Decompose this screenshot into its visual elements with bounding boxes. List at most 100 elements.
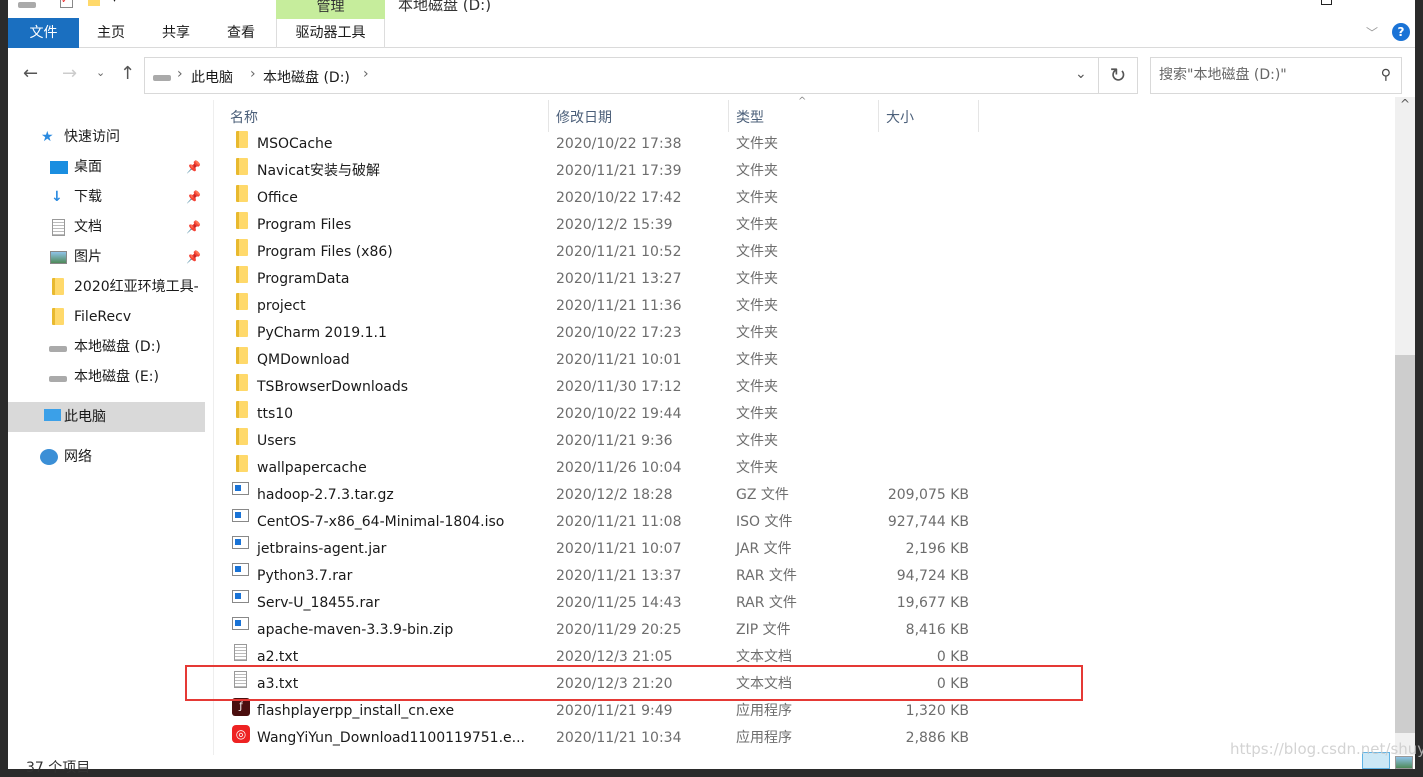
- scrollbar-thumb[interactable]: [1395, 355, 1415, 733]
- nav-quick-access[interactable]: ★ 快速访问: [8, 122, 205, 152]
- nav-pictures[interactable]: 图片 📌: [8, 242, 205, 272]
- chevron-right-icon[interactable]: ›: [363, 66, 369, 82]
- forward-button[interactable]: →: [62, 63, 77, 84]
- file-date: 2020/11/21 10:52: [556, 244, 682, 260]
- file-type: 应用程序: [736, 703, 792, 719]
- chevron-right-icon[interactable]: ›: [250, 66, 256, 82]
- nav-downloads[interactable]: ↓ 下载 📌: [8, 182, 205, 212]
- nav-drive-d[interactable]: 本地磁盘 (D:): [8, 332, 205, 362]
- file-type: 文件夹: [736, 433, 778, 449]
- file-row[interactable]: tts10 2020/10/22 19:44 文件夹: [220, 401, 1390, 428]
- drive-icon: [18, 2, 36, 8]
- column-header-date[interactable]: 修改日期: [556, 104, 612, 132]
- file-row[interactable]: TSBrowserDownloads 2020/11/30 17:12 文件夹: [220, 374, 1390, 401]
- maximize-button[interactable]: [1321, 0, 1332, 5]
- file-row[interactable]: wallpapercache 2020/11/26 10:04 文件夹: [220, 455, 1390, 482]
- file-row[interactable]: MSOCache 2020/10/22 17:38 文件夹: [220, 131, 1390, 158]
- properties-icon[interactable]: ✓: [60, 0, 73, 8]
- search-placeholder: 搜索"本地磁盘 (D:)": [1159, 67, 1287, 83]
- file-row[interactable]: Office 2020/10/22 17:42 文件夹: [220, 185, 1390, 212]
- file-date: 2020/11/21 10:01: [556, 352, 682, 368]
- file-row[interactable]: Serv-U_18455.rar 2020/11/25 14:43 RAR 文件…: [220, 590, 1390, 617]
- breadcrumb-this-pc[interactable]: 此电脑: [191, 67, 233, 87]
- pin-icon[interactable]: 📌: [186, 242, 201, 272]
- archive-file-icon: [232, 482, 249, 495]
- pin-icon[interactable]: 📌: [186, 152, 201, 182]
- tab-view[interactable]: 查看: [212, 18, 270, 48]
- nav-label: 桌面: [74, 159, 102, 175]
- nav-desktop[interactable]: 桌面 📌: [8, 152, 205, 182]
- new-folder-icon[interactable]: [88, 0, 100, 6]
- nav-network[interactable]: 网络: [8, 442, 205, 472]
- archive-file-icon: [232, 617, 249, 630]
- qat-dropdown-icon[interactable]: ▾: [112, 0, 117, 5]
- search-input[interactable]: 搜索"本地磁盘 (D:)" ⚲: [1150, 57, 1402, 94]
- recent-locations-icon[interactable]: ⌄: [96, 66, 105, 79]
- chevron-right-icon[interactable]: ›: [177, 66, 183, 82]
- file-name: Serv-U_18455.rar: [257, 595, 380, 611]
- file-name: Navicat安装与破解: [257, 163, 380, 179]
- column-header-name[interactable]: 名称: [230, 104, 258, 132]
- file-date: 2020/11/21 10:07: [556, 541, 682, 557]
- file-row[interactable]: jetbrains-agent.jar 2020/11/21 10:07 JAR…: [220, 536, 1390, 563]
- pin-icon[interactable]: 📌: [186, 212, 201, 242]
- file-row[interactable]: ƒ flashplayerpp_install_cn.exe 2020/11/2…: [220, 698, 1390, 725]
- file-size: 8,416 KB: [905, 622, 969, 638]
- file-row[interactable]: apache-maven-3.3.9-bin.zip 2020/11/29 20…: [220, 617, 1390, 644]
- address-bar[interactable]: › 此电脑 › 本地磁盘 (D:) › ⌄: [144, 57, 1099, 94]
- file-row[interactable]: project 2020/11/21 11:36 文件夹: [220, 293, 1390, 320]
- pane-divider[interactable]: [213, 100, 214, 755]
- folder-icon: [236, 239, 248, 256]
- scroll-up-icon[interactable]: ^: [1400, 97, 1410, 111]
- file-date: 2020/10/22 19:44: [556, 406, 682, 422]
- column-divider[interactable]: [878, 100, 879, 132]
- column-divider[interactable]: [548, 100, 549, 132]
- help-icon[interactable]: ?: [1392, 23, 1410, 41]
- file-name: Program Files: [257, 217, 352, 233]
- file-name: Users: [257, 433, 297, 449]
- up-button[interactable]: ↑: [120, 63, 135, 84]
- tab-home[interactable]: 主页: [82, 18, 140, 48]
- file-row[interactable]: CentOS-7-x86_64-Minimal-1804.iso 2020/11…: [220, 509, 1390, 536]
- nav-documents[interactable]: 文档 📌: [8, 212, 205, 242]
- file-row[interactable]: Program Files (x86) 2020/11/21 10:52 文件夹: [220, 239, 1390, 266]
- folder-icon: [236, 374, 248, 391]
- nav-label: 快速访问: [64, 129, 120, 145]
- nav-label: 图片: [74, 249, 102, 265]
- file-row[interactable]: Users 2020/11/21 9:36 文件夹: [220, 428, 1390, 455]
- back-button[interactable]: ←: [23, 63, 38, 84]
- file-row[interactable]: QMDownload 2020/11/21 10:01 文件夹: [220, 347, 1390, 374]
- folder-icon: [236, 347, 248, 364]
- column-header-size[interactable]: 大小: [886, 104, 914, 132]
- pin-icon[interactable]: 📌: [186, 182, 201, 212]
- column-divider[interactable]: [728, 100, 729, 132]
- ribbon-tabs: 文件 主页 共享 查看 驱动器工具 管理 ﹀ ?: [8, 0, 1415, 48]
- nav-drive-e[interactable]: 本地磁盘 (E:): [8, 362, 205, 392]
- close-button[interactable]: ^: [1378, 0, 1390, 8]
- file-row[interactable]: Python3.7.rar 2020/11/21 13:37 RAR 文件 94…: [220, 563, 1390, 590]
- nav-this-pc[interactable]: 此电脑: [8, 402, 205, 432]
- nav-label: 2020红亚环境工具-: [74, 279, 199, 295]
- folder-icon: [236, 212, 248, 229]
- file-size: 927,744 KB: [887, 514, 969, 530]
- file-row[interactable]: Navicat安装与破解 2020/11/21 17:39 文件夹: [220, 158, 1390, 185]
- file-date: 2020/11/21 13:27: [556, 271, 682, 287]
- drive-icon: [49, 346, 67, 352]
- file-date: 2020/11/21 10:34: [556, 730, 682, 746]
- expand-ribbon-icon[interactable]: ﹀: [1366, 24, 1378, 41]
- file-row[interactable]: hadoop-2.7.3.tar.gz 2020/12/2 18:28 GZ 文…: [220, 482, 1390, 509]
- nav-folder-2020[interactable]: 2020红亚环境工具-: [8, 272, 205, 302]
- nav-filerecv[interactable]: FileRecv: [8, 302, 205, 332]
- file-row[interactable]: ProgramData 2020/11/21 13:27 文件夹: [220, 266, 1390, 293]
- column-divider[interactable]: [978, 100, 979, 132]
- file-row[interactable]: Program Files 2020/12/2 15:39 文件夹: [220, 212, 1390, 239]
- file-row[interactable]: PyCharm 2019.1.1 2020/10/22 17:23 文件夹: [220, 320, 1390, 347]
- refresh-button[interactable]: ↻: [1098, 57, 1138, 94]
- tab-share[interactable]: 共享: [146, 18, 206, 48]
- file-row[interactable]: ◎ WangYiYun_Download1100119751.e... 2020…: [220, 725, 1390, 752]
- tab-file[interactable]: 文件: [8, 18, 79, 48]
- column-header-type[interactable]: 类型: [736, 104, 764, 132]
- breadcrumb-drive[interactable]: 本地磁盘 (D:): [263, 67, 350, 87]
- address-dropdown-icon[interactable]: ⌄: [1075, 66, 1087, 82]
- tab-drive-tools[interactable]: 驱动器工具: [276, 18, 385, 48]
